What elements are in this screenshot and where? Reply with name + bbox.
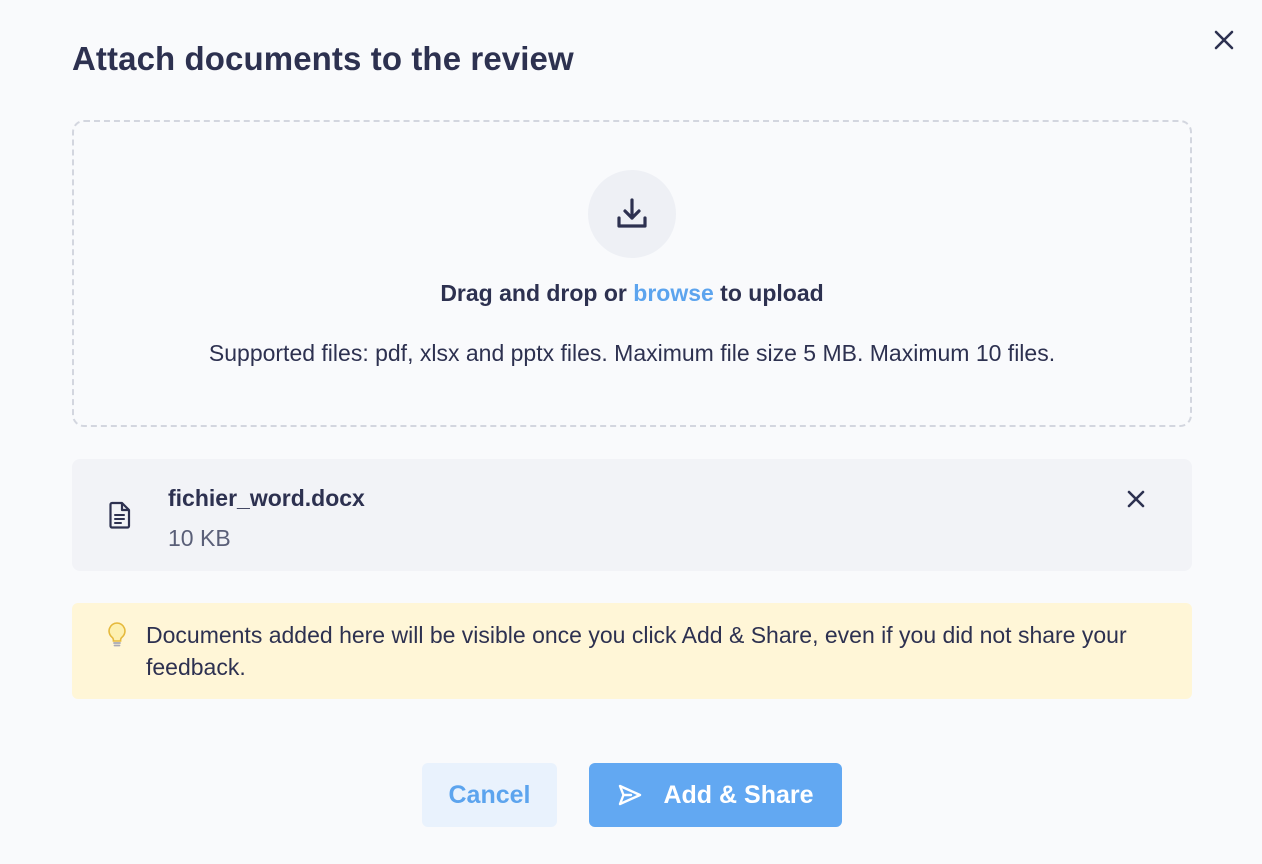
browse-link[interactable]: browse (633, 280, 714, 306)
send-icon (617, 782, 643, 808)
add-and-share-button[interactable]: Add & Share (589, 763, 842, 827)
file-dropzone[interactable]: Drag and drop or browse to upload Suppor… (72, 120, 1192, 427)
close-icon (1127, 490, 1145, 508)
file-item: fichier_word.docx 10 KB (72, 459, 1192, 571)
dropzone-text-before: Drag and drop or (440, 280, 634, 306)
dropzone-text-after: to upload (713, 280, 824, 306)
notice-text: Documents added here will be visible onc… (146, 622, 1127, 680)
cancel-button-label: Cancel (448, 780, 531, 809)
remove-file-button[interactable] (1120, 483, 1152, 515)
modal-title: Attach documents to the review (72, 40, 574, 77)
info-notice: Documents added here will be visible onc… (72, 603, 1192, 699)
cancel-button[interactable]: Cancel (422, 763, 557, 827)
download-tray-icon (617, 198, 647, 228)
dropzone-instructions: Drag and drop or browse to upload (74, 280, 1190, 307)
upload-icon-circle (588, 170, 676, 258)
supported-files-text: Supported files: pdf, xlsx and pptx file… (208, 340, 1056, 366)
attach-documents-modal: Attach documents to the review Drag and … (0, 0, 1262, 864)
close-icon (1214, 30, 1234, 50)
document-icon (109, 501, 131, 529)
file-size: 10 KB (168, 525, 231, 551)
file-name: fichier_word.docx (168, 485, 365, 511)
lightbulb-icon (108, 622, 126, 647)
modal-close-button[interactable] (1208, 24, 1240, 56)
add-and-share-label: Add & Share (663, 780, 814, 809)
